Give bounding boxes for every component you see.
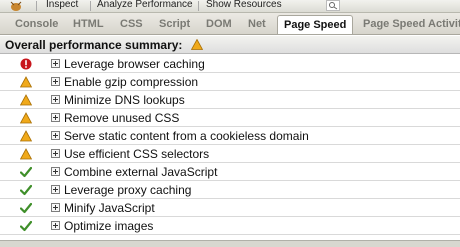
list-item[interactable]: Enable gzip compression [0, 73, 460, 91]
expand-icon[interactable] [51, 95, 60, 104]
warning-icon [20, 130, 32, 142]
list-item[interactable]: Leverage browser caching [0, 55, 460, 73]
expand-icon[interactable] [51, 221, 60, 230]
show-resources-button[interactable]: Show Resources [206, 0, 282, 12]
checkmark-icon [20, 202, 32, 214]
tab-page-speed[interactable]: Page Speed [277, 15, 354, 34]
rule-label: Minify JavaScript [64, 201, 155, 215]
rule-label: Serve static content from a cookieless d… [64, 129, 309, 143]
performance-summary-header: Overall performance summary: [0, 36, 460, 54]
rule-label: Optimize images [64, 219, 154, 233]
expand-icon[interactable] [51, 131, 60, 140]
warning-icon [20, 148, 32, 160]
checkmark-icon [20, 184, 32, 196]
expand-icon[interactable] [51, 59, 60, 68]
tab-script[interactable]: Script [159, 16, 190, 32]
firebug-toolbar: Inspect Analyze Performance Show Resourc… [0, 0, 460, 13]
list-item[interactable]: Serve static content from a cookieless d… [0, 127, 460, 145]
expand-icon[interactable] [51, 185, 60, 194]
summary-label: Overall performance summary: [5, 38, 183, 52]
list-item[interactable]: Optimize images [0, 217, 460, 235]
warning-icon [20, 76, 32, 88]
tab-css[interactable]: CSS [120, 16, 143, 32]
rule-label: Minimize DNS lookups [64, 93, 185, 107]
tab-dom[interactable]: DOM [206, 16, 232, 32]
tab-net[interactable]: Net [248, 16, 266, 32]
list-item[interactable]: Remove unused CSS [0, 109, 460, 127]
expand-icon[interactable] [51, 203, 60, 212]
tab-page-speed-activity[interactable]: Page Speed Activity [363, 16, 460, 32]
warning-icon [20, 112, 32, 124]
warning-icon [190, 38, 204, 53]
checkmark-icon [20, 220, 32, 232]
expand-icon[interactable] [51, 77, 60, 86]
tab-console[interactable]: Console [15, 16, 58, 32]
list-item[interactable]: Leverage proxy caching [0, 181, 460, 199]
list-item[interactable]: Combine external JavaScript [0, 163, 460, 181]
expand-icon[interactable] [51, 149, 60, 158]
firebug-bug-icon[interactable] [8, 0, 24, 12]
search-icon [329, 2, 338, 10]
rule-label: Remove unused CSS [64, 111, 180, 125]
checkmark-icon [20, 166, 32, 178]
expand-icon[interactable] [51, 167, 60, 176]
inspect-button[interactable]: Inspect [46, 0, 78, 12]
warning-icon [20, 94, 32, 106]
rule-label: Leverage browser caching [64, 57, 205, 71]
list-item[interactable]: Minify JavaScript [0, 199, 460, 217]
expand-icon[interactable] [51, 113, 60, 122]
rule-label: Use efficient CSS selectors [64, 147, 210, 161]
rule-label: Enable gzip compression [64, 75, 199, 89]
rule-label: Leverage proxy caching [64, 183, 192, 197]
search-input[interactable] [326, 0, 340, 11]
panel-tabs: Console HTML CSS Script DOM Net Page Spe… [0, 13, 460, 35]
rule-label: Combine external JavaScript [64, 165, 218, 179]
tab-html[interactable]: HTML [73, 16, 104, 32]
error-icon [20, 58, 32, 70]
list-item[interactable]: Minimize DNS lookups [0, 91, 460, 109]
list-item[interactable]: Use efficient CSS selectors [0, 145, 460, 163]
analyze-performance-button[interactable]: Analyze Performance [97, 0, 193, 12]
